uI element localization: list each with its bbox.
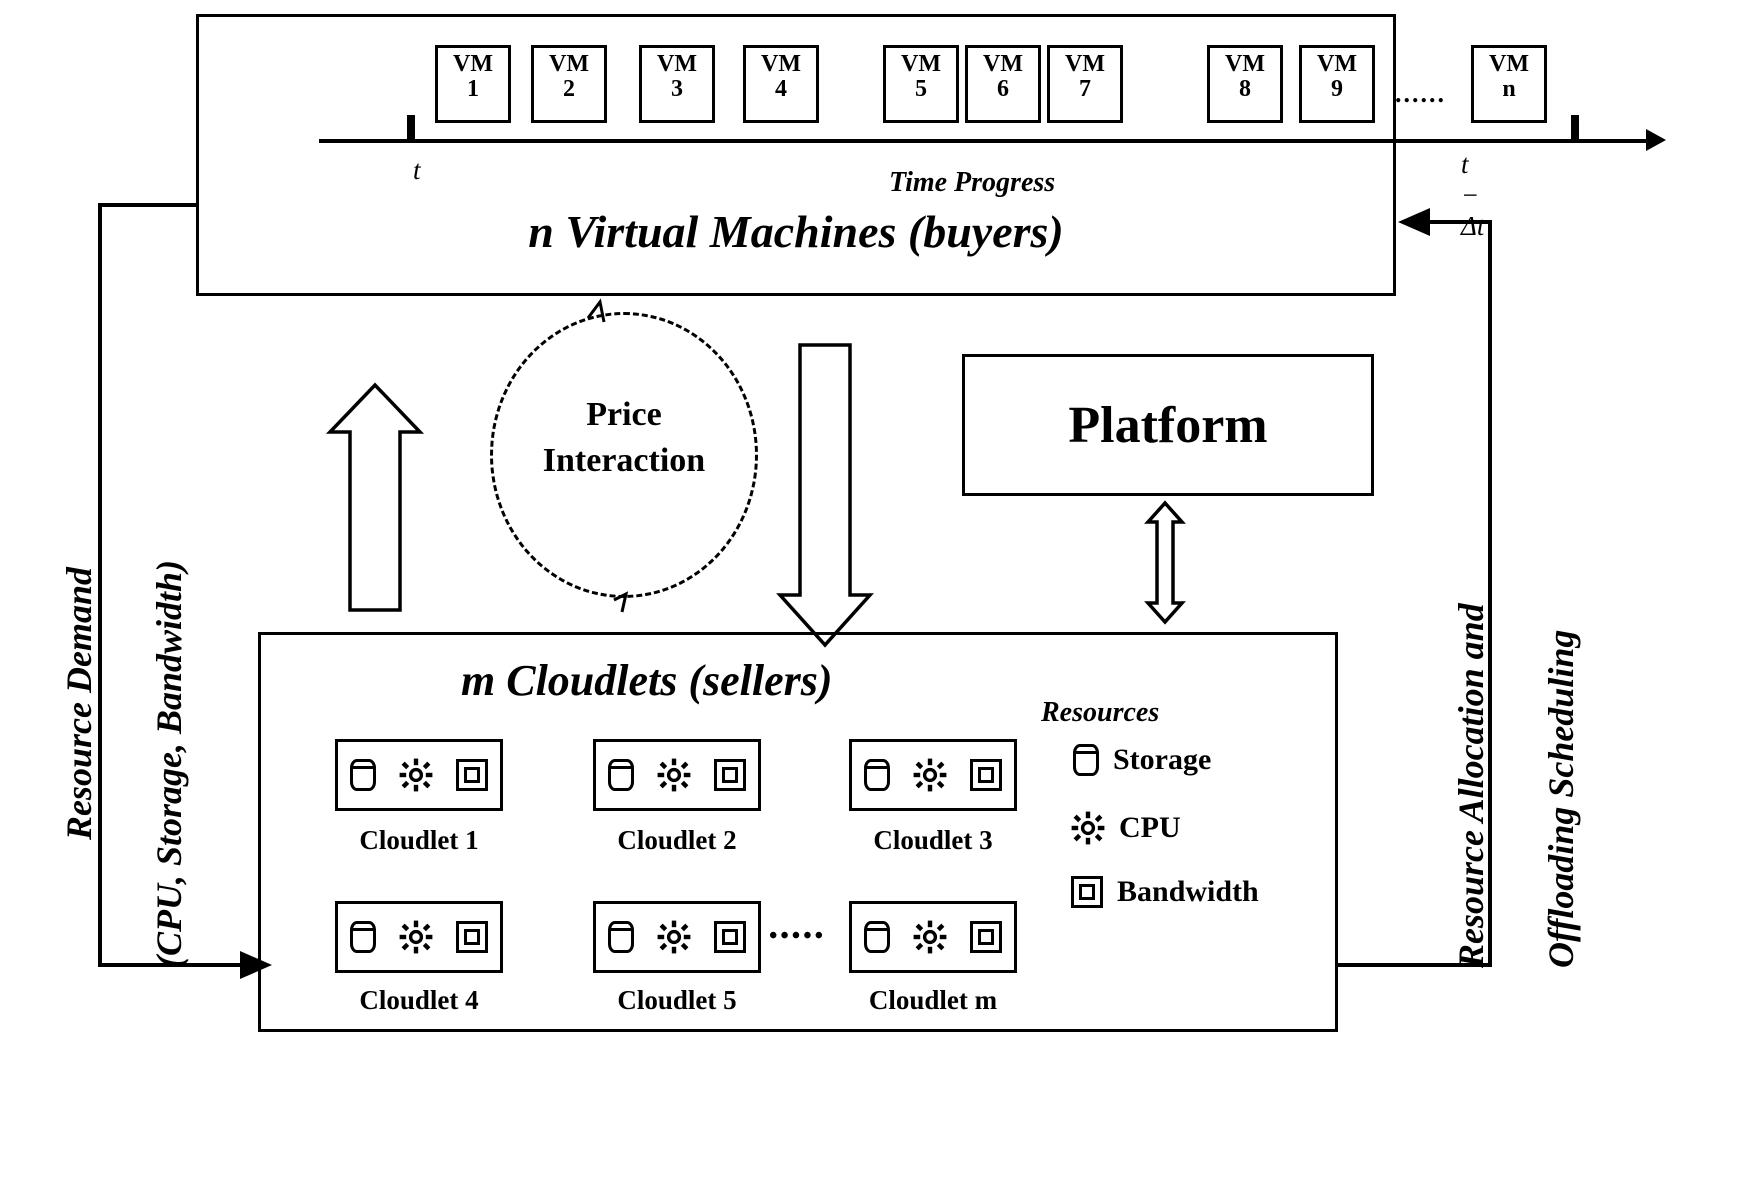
resources-heading: Resources — [1041, 697, 1160, 728]
right-outer-label: Resource Allocation and — [1451, 603, 1491, 968]
legend-row-bandwidth: Bandwidth — [1071, 875, 1259, 909]
cpu-icon — [399, 758, 433, 792]
cpu-icon — [657, 758, 691, 792]
price-interaction-label: Price Interaction — [492, 392, 756, 484]
vm-box-line2: 2 — [563, 76, 575, 103]
vm-box-line1: VM — [1317, 51, 1357, 77]
vm-box[interactable]: VM 6 — [965, 45, 1041, 123]
bandwidth-icon — [1071, 876, 1103, 908]
storage-icon — [863, 921, 890, 953]
vm-box-line1: VM — [983, 51, 1023, 77]
vm-box-line2: 6 — [997, 76, 1009, 103]
vm-ellipsis: ...... — [1395, 79, 1446, 108]
right-inner-label: Offloading Scheduling — [1541, 629, 1581, 968]
bandwidth-icon — [714, 921, 747, 953]
cpu-icon — [657, 920, 691, 954]
cloudlet-panel-title: m Cloudlets (sellers) — [461, 656, 833, 705]
left-inner-label: (CPU, Storage, Bandwidth) — [149, 559, 189, 968]
vm-box[interactable]: VM 9 — [1299, 45, 1375, 123]
vm-box-line2: 1 — [467, 76, 479, 103]
bandwidth-icon — [970, 921, 1003, 953]
vm-box[interactable]: VM n — [1471, 45, 1547, 123]
vm-box-line2: 5 — [915, 76, 927, 103]
time-progress-label: Time Progress — [889, 167, 1056, 198]
vm-box[interactable]: VM 7 — [1047, 45, 1123, 123]
legend-label-bandwidth: Bandwidth — [1117, 875, 1259, 908]
bandwidth-icon — [456, 921, 489, 953]
cloudlet-card[interactable] — [335, 739, 503, 811]
vm-box[interactable]: VM 3 — [639, 45, 715, 123]
vm-box-line1: VM — [657, 51, 697, 77]
storage-icon — [863, 759, 890, 791]
cloudlet-caption: Cloudlet m — [868, 985, 998, 1015]
vm-box-line1: VM — [1065, 51, 1105, 77]
vm-box-line2: 4 — [775, 76, 787, 103]
vm-box[interactable]: VM 5 — [883, 45, 959, 123]
vm-box-line2: 9 — [1331, 76, 1343, 103]
left-outer-label: Resource Demand — [59, 567, 99, 840]
cpu-icon — [913, 758, 947, 792]
vm-box-line1: VM — [1225, 51, 1265, 77]
bandwidth-icon — [714, 759, 747, 791]
price-interaction-line2: Interaction — [542, 441, 706, 479]
storage-icon — [349, 921, 376, 953]
legend-row-storage: Storage — [1073, 743, 1211, 777]
cloudlet-caption: Cloudlet 5 — [617, 985, 737, 1015]
vm-box-line1: VM — [761, 51, 801, 77]
time-axis-line — [319, 139, 1649, 143]
cloudlet-card[interactable] — [593, 901, 761, 973]
vm-box[interactable]: VM 1 — [435, 45, 511, 123]
cloudlet-caption: Cloudlet 4 — [359, 985, 479, 1015]
vm-box-line1: VM — [453, 51, 493, 77]
vm-panel-title: n Virtual Machines (buyers) — [528, 206, 1064, 257]
time-axis-label-end: t − Δt — [1461, 149, 1485, 241]
cloudlet-card[interactable] — [593, 739, 761, 811]
storage-icon — [349, 759, 376, 791]
cloudlet-caption: Cloudlet 2 — [617, 825, 737, 855]
cpu-icon — [913, 920, 947, 954]
cloudlet-card[interactable] — [335, 901, 503, 973]
vm-box-line2: n — [1502, 76, 1516, 103]
platform-box[interactable]: Platform — [962, 354, 1374, 496]
vm-box-line1: VM — [1489, 51, 1529, 77]
cloudlet-ellipsis: ••••• — [769, 923, 827, 949]
storage-icon — [607, 759, 634, 791]
legend-row-cpu: CPU — [1071, 811, 1181, 845]
vm-box[interactable]: VM 4 — [743, 45, 819, 123]
time-axis-tick-end — [1571, 115, 1579, 141]
cloudlet-card[interactable] — [849, 901, 1017, 973]
legend-label-storage: Storage — [1113, 743, 1212, 776]
vm-box-line2: 8 — [1239, 76, 1251, 103]
cloudlet-caption: Cloudlet 3 — [873, 825, 993, 855]
cloudlet-caption: Cloudlet 1 — [359, 825, 479, 855]
cpu-icon — [399, 920, 433, 954]
time-axis-arrowhead — [1646, 129, 1666, 151]
storage-icon — [607, 921, 634, 953]
time-axis-label-start: t — [413, 155, 421, 185]
cloudlet-panel: m Cloudlets (sellers) Resources Cloudlet… — [258, 632, 1338, 1032]
bandwidth-icon — [970, 759, 1003, 791]
vm-timeline-panel: t t − Δt Time Progress VM 1 VM 2 VM 3 VM… — [196, 14, 1666, 296]
cloudlet-card[interactable] — [849, 739, 1017, 811]
vm-box[interactable]: VM 2 — [531, 45, 607, 123]
storage-icon — [1073, 744, 1099, 776]
vm-box-line2: 3 — [671, 76, 683, 103]
vm-box-line1: VM — [901, 51, 941, 77]
cpu-icon — [1071, 811, 1105, 845]
platform-label: Platform — [1068, 396, 1268, 454]
vm-box[interactable]: VM 8 — [1207, 45, 1283, 123]
time-axis-tick-start — [407, 115, 415, 141]
legend-label-cpu: CPU — [1119, 811, 1181, 844]
vm-box-line2: 7 — [1079, 76, 1091, 103]
vm-box-line1: VM — [549, 51, 589, 77]
price-interaction-line1: Price — [586, 396, 662, 433]
bandwidth-icon — [456, 759, 489, 791]
